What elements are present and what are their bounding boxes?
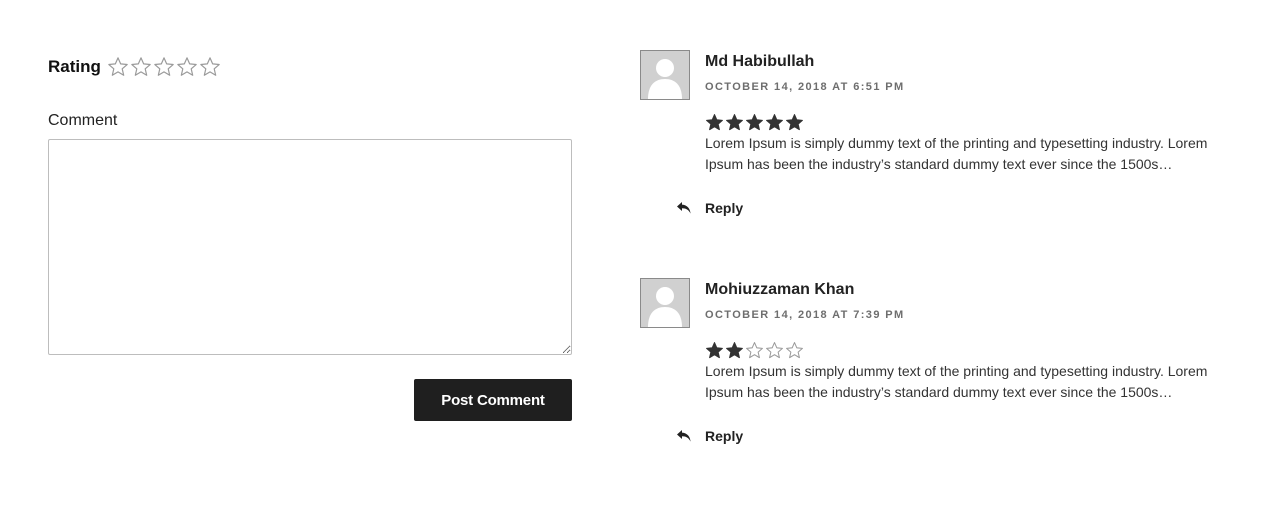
reply-label: Reply [705, 200, 744, 216]
comment-date: OCTOBER 14, 2018 AT 7:39 PM [705, 309, 905, 321]
comment-date: OCTOBER 14, 2018 AT 6:51 PM [705, 81, 905, 93]
comment-author: Md Habibullah [705, 53, 815, 70]
comment-author: Mohiuzzaman Khan [705, 281, 855, 298]
star-filled-icon [725, 113, 745, 133]
rating-star-3[interactable] [153, 56, 176, 79]
rating-label: Rating [48, 57, 101, 76]
rating-row: Rating [48, 52, 572, 82]
default-avatar-icon [640, 278, 690, 328]
comment-textarea[interactable] [48, 139, 572, 355]
star-filled-icon [705, 341, 725, 361]
comment-label: Comment [48, 112, 118, 129]
star-outline-icon [785, 341, 805, 361]
star-filled-icon [785, 113, 805, 133]
default-avatar-icon [640, 50, 690, 100]
comment-body: Md Habibullah OCTOBER 14, 2018 AT 6:51 P… [705, 50, 1235, 175]
reply-link[interactable]: Reply [676, 428, 743, 444]
submit-row: Post Comment [48, 379, 572, 421]
rating-star-1[interactable] [107, 56, 130, 79]
reply-link[interactable]: Reply [676, 200, 743, 216]
comment-item: Md Habibullah OCTOBER 14, 2018 AT 6:51 P… [640, 50, 1240, 278]
comment-body: Mohiuzzaman Khan OCTOBER 14, 2018 AT 7:3… [705, 278, 1235, 403]
reply-arrow-icon [676, 201, 692, 215]
star-filled-icon [765, 113, 785, 133]
rating-star-5[interactable] [199, 56, 222, 79]
star-filled-icon [705, 113, 725, 133]
review-form: Rating Comment Post Comment [48, 52, 572, 421]
comment-list: Md Habibullah OCTOBER 14, 2018 AT 6:51 P… [640, 50, 1240, 506]
comment-rating [705, 113, 1235, 133]
post-comment-button[interactable]: Post Comment [414, 379, 572, 421]
comment-text: Lorem Ipsum is simply dummy text of the … [705, 363, 1208, 400]
reply-label: Reply [705, 428, 744, 444]
comment-text: Lorem Ipsum is simply dummy text of the … [705, 135, 1208, 172]
rating-star-2[interactable] [130, 56, 153, 79]
comment-item: Mohiuzzaman Khan OCTOBER 14, 2018 AT 7:3… [640, 278, 1240, 506]
star-filled-icon [725, 341, 745, 361]
rating-input [107, 56, 222, 79]
reply-arrow-icon [676, 429, 692, 443]
comment-rating [705, 341, 1235, 361]
star-filled-icon [745, 113, 765, 133]
star-outline-icon [745, 341, 765, 361]
star-outline-icon [765, 341, 785, 361]
rating-star-4[interactable] [176, 56, 199, 79]
